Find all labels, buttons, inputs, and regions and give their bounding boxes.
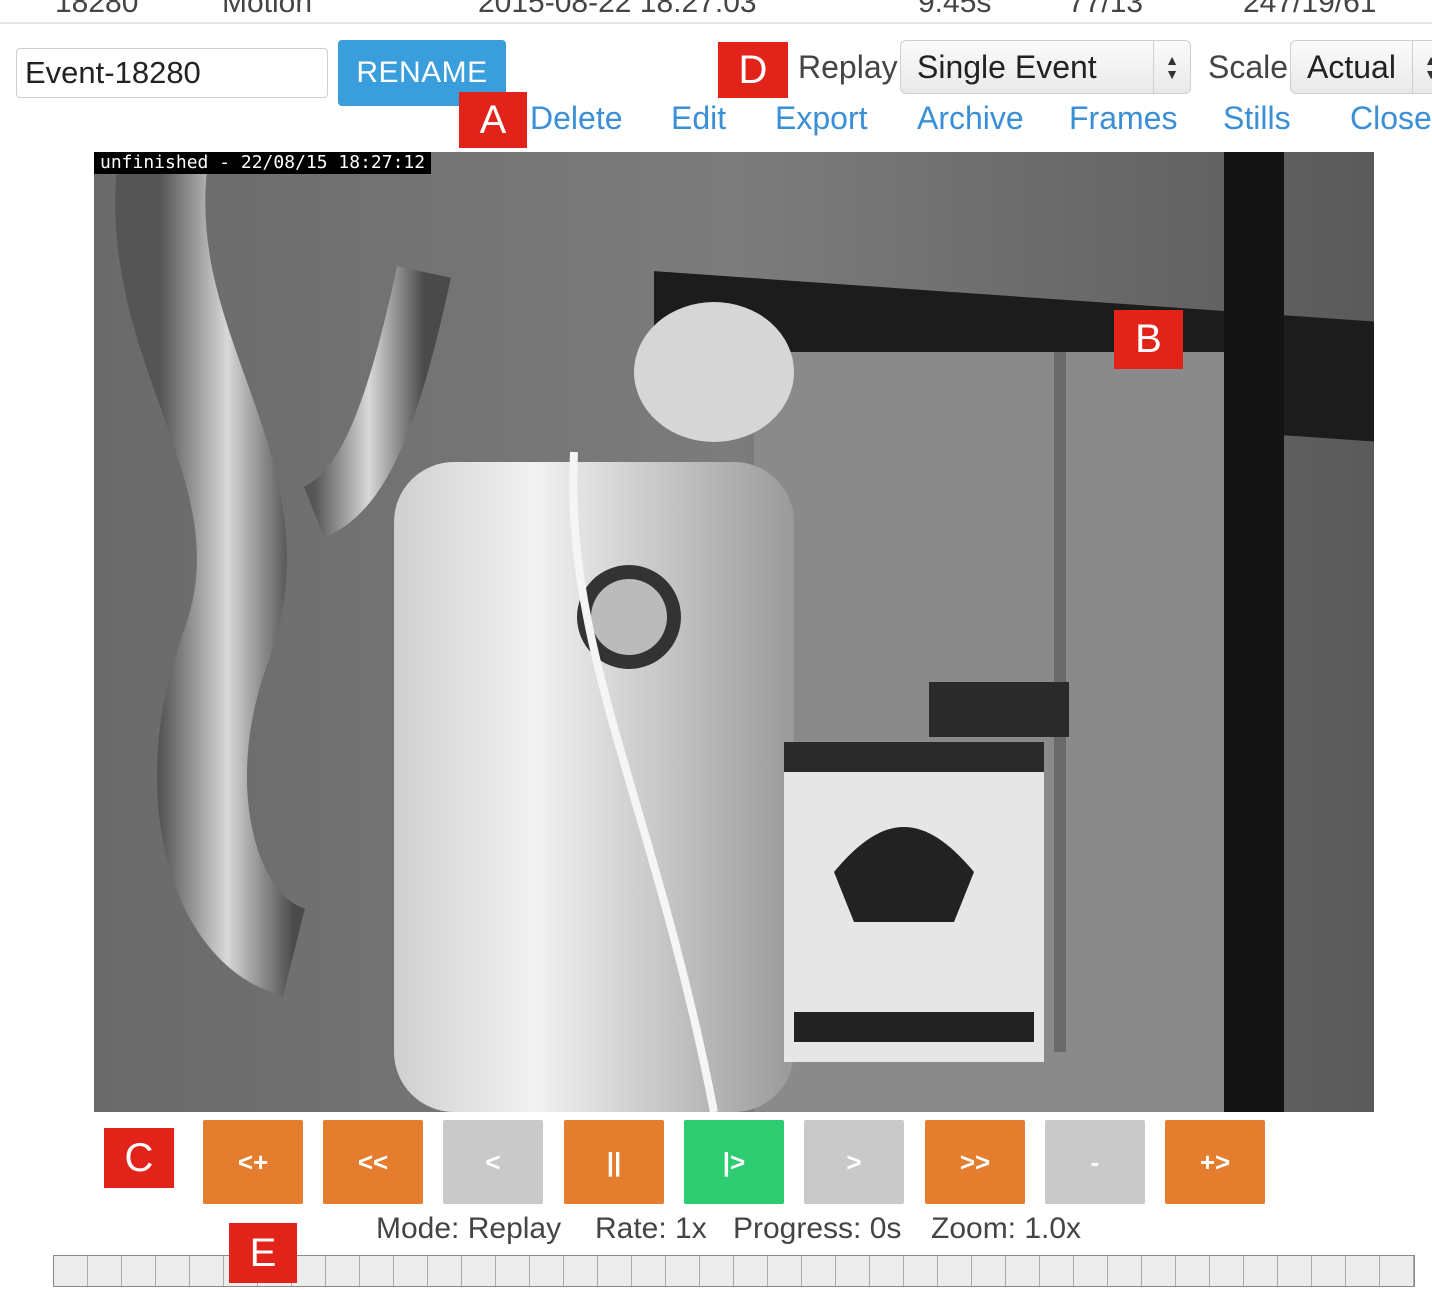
event-frames-cell: 77/13: [1068, 0, 1144, 19]
video-timestamp-overlay: unfinished - 22/08/15 18:27:12: [94, 152, 432, 174]
mode-status: Mode: Replay: [376, 1212, 562, 1245]
event-name-input[interactable]: [16, 48, 328, 98]
progress-segment[interactable]: [496, 1256, 530, 1286]
step-forward-button[interactable]: >: [804, 1120, 904, 1204]
pause-button[interactable]: ||: [564, 1120, 664, 1204]
select-arrows-icon: ▲▼: [1412, 41, 1432, 93]
stills-link[interactable]: Stills: [1223, 100, 1291, 137]
progress-segment[interactable]: [700, 1256, 734, 1286]
progress-segment[interactable]: [156, 1256, 190, 1286]
zoom-status: Zoom: 1.0x: [931, 1212, 1082, 1245]
scale-select-value: Actual: [1307, 48, 1396, 85]
callout-b: B: [1114, 310, 1183, 369]
edit-link[interactable]: Edit: [671, 100, 726, 137]
fast-forward-button[interactable]: >>: [925, 1120, 1025, 1204]
progress-segment[interactable]: [394, 1256, 428, 1286]
event-score-cell: 247/19/61: [1243, 0, 1377, 19]
progress-segment[interactable]: [598, 1256, 632, 1286]
progress-segment[interactable]: [1176, 1256, 1210, 1286]
progress-segment[interactable]: [360, 1256, 394, 1286]
progress-segment[interactable]: [1346, 1256, 1380, 1286]
progress-segment[interactable]: [904, 1256, 938, 1286]
replay-select-value: Single Event: [917, 48, 1097, 85]
event-id-cell: 18280: [55, 0, 139, 19]
scale-select[interactable]: Actual ▲▼: [1290, 40, 1432, 94]
callout-c: C: [104, 1128, 174, 1188]
callout-d: D: [718, 42, 788, 98]
fast-rewind-button[interactable]: <<: [323, 1120, 423, 1204]
progress-segment[interactable]: [632, 1256, 666, 1286]
progress-segment[interactable]: [972, 1256, 1006, 1286]
progress-segment[interactable]: [122, 1256, 156, 1286]
progress-segment[interactable]: [530, 1256, 564, 1286]
event-time-cell: 2015-08-22 18:27:03: [478, 0, 757, 19]
rate-status: Rate: 1x: [595, 1212, 707, 1245]
progress-segment[interactable]: [1006, 1256, 1040, 1286]
progress-segment[interactable]: [54, 1256, 88, 1286]
progress-segment[interactable]: [1312, 1256, 1346, 1286]
progress-segment[interactable]: [428, 1256, 462, 1286]
scale-label: Scale: [1208, 49, 1289, 85]
delete-link[interactable]: Delete: [530, 100, 623, 137]
progress-segment[interactable]: [666, 1256, 700, 1286]
progress-segment[interactable]: [768, 1256, 802, 1286]
step-back-button[interactable]: <: [443, 1120, 543, 1204]
progress-segment[interactable]: [1244, 1256, 1278, 1286]
progress-segment[interactable]: [326, 1256, 360, 1286]
progress-segment[interactable]: [190, 1256, 224, 1286]
progress-segment[interactable]: [1040, 1256, 1074, 1286]
progress-segment[interactable]: [462, 1256, 496, 1286]
progress-segment[interactable]: [1278, 1256, 1312, 1286]
progress-segment[interactable]: [564, 1256, 598, 1286]
event-duration-cell: 9.45s: [918, 0, 992, 19]
progress-segment[interactable]: [802, 1256, 836, 1286]
progress-segment[interactable]: [1142, 1256, 1176, 1286]
play-button[interactable]: |>: [684, 1120, 784, 1204]
progress-segment[interactable]: [938, 1256, 972, 1286]
progress-segment[interactable]: [870, 1256, 904, 1286]
prev-event-button[interactable]: <+: [203, 1120, 303, 1204]
event-table-row[interactable]: 18280 Motion 2015-08-22 18:27:03 9.45s 7…: [0, 0, 1432, 24]
progress-segment[interactable]: [836, 1256, 870, 1286]
event-video-frame[interactable]: unfinished - 22/08/15 18:27:12 B: [94, 152, 1374, 1112]
replay-select[interactable]: Single Event ▲ ▼: [900, 40, 1191, 94]
progress-segment[interactable]: [292, 1256, 326, 1286]
archive-link[interactable]: Archive: [917, 100, 1024, 137]
zoom-out-button[interactable]: -: [1045, 1120, 1145, 1204]
next-event-button[interactable]: +>: [1165, 1120, 1265, 1204]
export-link[interactable]: Export: [775, 100, 867, 137]
callout-a: A: [459, 92, 527, 148]
camera-image: [94, 152, 1374, 1112]
select-arrows-icon: ▲▼: [1153, 41, 1190, 93]
progress-status: Progress: 0s: [733, 1212, 902, 1245]
close-link[interactable]: Close: [1350, 100, 1432, 137]
event-cause-cell: Motion: [222, 0, 313, 19]
frames-link[interactable]: Frames: [1069, 100, 1177, 137]
progress-segment[interactable]: [1074, 1256, 1108, 1286]
progress-segment[interactable]: [88, 1256, 122, 1286]
progress-segment[interactable]: [734, 1256, 768, 1286]
replay-label: Replay: [798, 49, 898, 85]
progress-segment[interactable]: [1108, 1256, 1142, 1286]
progress-segment[interactable]: [1210, 1256, 1244, 1286]
progress-segment[interactable]: [1380, 1256, 1414, 1286]
callout-e: E: [229, 1223, 297, 1283]
